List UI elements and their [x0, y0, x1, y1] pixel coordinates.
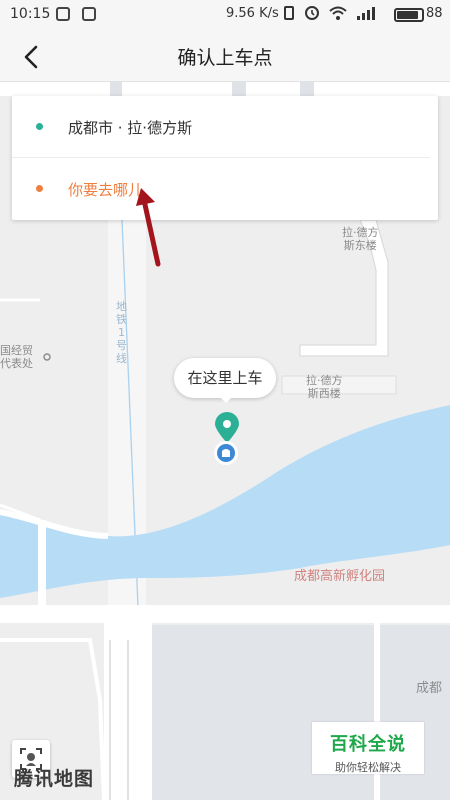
map-label-east-building: 拉·德方 斯东楼: [342, 226, 379, 252]
origin-text: 成都市 · 拉·德方斯: [68, 119, 193, 137]
map-label-line: 地: [116, 300, 127, 313]
destination-row[interactable]: 你要去哪儿: [12, 158, 438, 220]
route-card: 成都市 · 拉·德方斯 你要去哪儿: [12, 96, 438, 220]
origin-row[interactable]: 成都市 · 拉·德方斯: [12, 96, 430, 158]
map-label-line: 1: [118, 326, 125, 339]
pickup-pin-icon[interactable]: [212, 410, 242, 444]
watermark-subtitle: 助你轻松解决: [335, 761, 401, 774]
map-label-line: 拉·德方: [342, 226, 379, 239]
vibrate-icon: [284, 6, 294, 20]
status-bar: 10:15 9.56 K/s 88: [0, 0, 450, 30]
map-label-line: 铁: [116, 313, 127, 326]
map-label-line: 代表处: [0, 357, 33, 370]
battery-icon: [394, 8, 424, 22]
map-label-chengdu: 成都: [416, 681, 443, 696]
page-title: 确认上车点: [177, 47, 273, 69]
origin-dot-icon: [36, 123, 43, 130]
map-label-line: 斯西楼: [307, 387, 341, 400]
map-label-office: 国经贸 代表处: [0, 344, 33, 370]
status-time: 10:15: [10, 6, 51, 22]
map-label-metro-line: 地 铁 1 号 线: [116, 300, 127, 365]
status-icons: [282, 5, 378, 21]
map-label-west-building: 拉·德方 斯西楼: [306, 374, 343, 400]
pickup-bubble-tail: [219, 396, 233, 403]
map-label-line: 国经贸: [0, 344, 33, 357]
map-label-incubator: 成都高新孵化园: [294, 569, 386, 584]
annotation-arrow-icon: [136, 188, 161, 267]
wifi-icon: [329, 6, 347, 20]
header-bar: 确认上车点: [0, 30, 450, 82]
signal-icon: [357, 7, 375, 20]
alarm-icon: [305, 6, 319, 20]
pickup-bubble[interactable]: 在这里上车: [174, 358, 276, 398]
battery-level: 88: [426, 6, 443, 21]
network-speed: 9.56 K/s: [226, 6, 279, 21]
destination-dot-icon: [36, 185, 43, 192]
watermark-title: 百科全说: [330, 734, 406, 755]
map-label-line: 线: [116, 352, 127, 365]
image-notification-icon: [82, 7, 96, 21]
map-label-line: 斯东楼: [343, 239, 377, 252]
notification-icon: [56, 7, 70, 21]
map-label-line: 号: [116, 339, 127, 352]
map-provider-logo: 腾讯地图: [14, 768, 95, 790]
watermark-logo: 百科全说 助你轻松解决: [312, 722, 424, 774]
current-location-icon: [214, 441, 238, 465]
map-label-line: 拉·德方: [306, 374, 343, 387]
